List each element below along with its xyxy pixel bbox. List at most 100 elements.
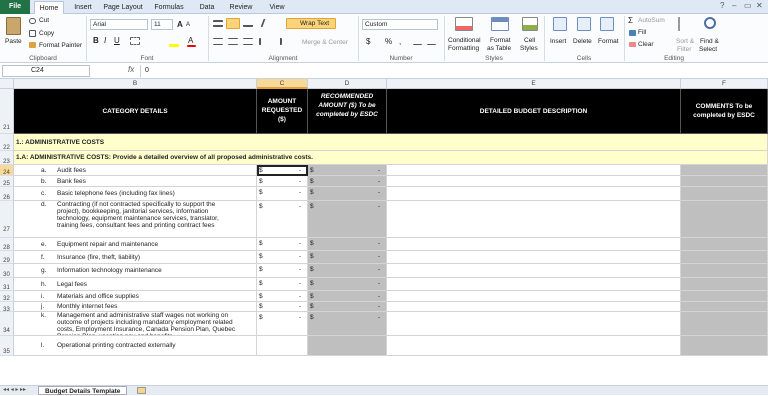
amount-requested-cell[interactable]: $ - xyxy=(257,201,308,238)
cell-styles-icon[interactable] xyxy=(522,17,538,31)
budget-description-cell[interactable] xyxy=(387,165,681,176)
budget-description-cell[interactable] xyxy=(387,176,681,187)
column-header-d[interactable]: D xyxy=(308,79,387,89)
budget-description-cell[interactable] xyxy=(387,251,681,264)
comments-cell[interactable] xyxy=(681,201,768,238)
sheet-tab-budget-details[interactable]: Budget Details Template xyxy=(38,386,128,395)
delete-button[interactable]: Delete xyxy=(573,37,592,46)
row-header[interactable]: 33 xyxy=(0,302,14,313)
recommended-amount-cell[interactable]: $ - xyxy=(308,264,387,278)
row-header[interactable]: 34 xyxy=(0,312,14,336)
paste-button[interactable]: Paste xyxy=(5,37,22,46)
recommended-amount-cell[interactable]: $ - xyxy=(308,238,387,251)
insert-button[interactable]: Insert xyxy=(550,37,566,46)
align-center-icon[interactable] xyxy=(228,38,238,45)
recommended-amount-cell[interactable] xyxy=(308,336,387,356)
decrease-indent-icon[interactable] xyxy=(259,38,268,45)
paste-icon[interactable] xyxy=(6,17,21,35)
budget-description-cell[interactable] xyxy=(387,278,681,291)
category-cell[interactable]: b. Bank fees xyxy=(14,176,257,187)
borders-icon[interactable] xyxy=(130,37,140,45)
recommended-amount-cell[interactable]: $ - xyxy=(308,291,387,302)
fx-icon[interactable]: fx xyxy=(128,65,134,74)
tab-formulas[interactable]: Formulas xyxy=(152,1,186,14)
conditional-formatting-icon[interactable] xyxy=(455,17,473,31)
amount-requested-cell[interactable]: $ - xyxy=(257,176,308,187)
category-cell[interactable]: h. Legal fees xyxy=(14,278,257,291)
select-all-corner[interactable] xyxy=(0,79,14,89)
font-name-select[interactable]: Arial xyxy=(90,19,148,30)
amount-requested-cell[interactable]: $ - xyxy=(257,238,308,251)
comments-cell[interactable] xyxy=(681,264,768,278)
sheet-nav-icons[interactable]: ◂◂ ◂ ▸ ▸▸ xyxy=(3,386,26,393)
row-header[interactable]: 31 xyxy=(0,278,14,291)
comments-cell[interactable] xyxy=(681,278,768,291)
subsection-title[interactable]: 1.A: ADMINISTRATIVE COSTS: Provide a det… xyxy=(14,151,768,165)
budget-description-cell[interactable] xyxy=(387,302,681,312)
recommended-amount-cell[interactable]: $ - xyxy=(308,302,387,312)
amount-requested-cell[interactable]: $ - xyxy=(257,251,308,264)
tab-home[interactable]: Home xyxy=(34,1,64,14)
increase-indent-icon[interactable] xyxy=(273,38,282,45)
merge-center-button[interactable]: Merge & Center xyxy=(302,38,348,47)
format-as-table-icon[interactable] xyxy=(491,17,509,31)
tab-review[interactable]: Review xyxy=(226,1,256,14)
budget-description-cell[interactable] xyxy=(387,187,681,201)
row-header[interactable]: 21 xyxy=(0,89,14,134)
worksheet-grid[interactable]: B C D E F 21 CATEGORY DETAILS AMOUNT REQ… xyxy=(0,79,768,385)
recommended-amount-cell[interactable]: $ - xyxy=(308,165,387,176)
amount-requested-cell[interactable] xyxy=(257,336,308,356)
category-cell[interactable]: l. Operational printing contracted extern… xyxy=(14,336,257,356)
budget-description-cell[interactable] xyxy=(387,201,681,238)
recommended-amount-cell[interactable]: $ - xyxy=(308,176,387,187)
budget-description-cell[interactable] xyxy=(387,264,681,278)
category-cell[interactable]: k. Management and administrative staff wa… xyxy=(14,312,257,336)
format-cells-icon[interactable] xyxy=(600,17,614,31)
row-header[interactable]: 23 xyxy=(0,151,14,165)
recommended-amount-cell[interactable]: $ - xyxy=(308,251,387,264)
comments-cell[interactable] xyxy=(681,302,768,312)
format-painter-button[interactable]: Format Painter xyxy=(39,41,82,50)
currency-button[interactable]: $ xyxy=(366,37,370,46)
align-bottom-icon[interactable] xyxy=(243,20,253,27)
tab-file[interactable]: File xyxy=(0,0,30,14)
tab-insert[interactable]: Insert xyxy=(70,1,96,14)
restore-icon[interactable]: ▭ xyxy=(744,1,752,10)
comments-cell[interactable] xyxy=(681,291,768,302)
column-header-e[interactable]: E xyxy=(387,79,681,89)
percent-button[interactable]: % xyxy=(385,37,392,46)
category-cell[interactable]: i. Materials and office supplies xyxy=(14,291,257,302)
cut-button[interactable]: Cut xyxy=(39,16,49,25)
grow-font-button[interactable]: A xyxy=(177,20,183,29)
row-header[interactable]: 28 xyxy=(0,238,14,251)
amount-requested-cell[interactable]: $ - xyxy=(257,165,308,176)
minimize-ribbon-icon[interactable]: – xyxy=(732,1,736,10)
align-right-icon[interactable] xyxy=(243,38,253,45)
row-header[interactable]: 24 xyxy=(0,165,14,176)
autosum-button[interactable]: AutoSum xyxy=(638,16,665,25)
align-middle-icon[interactable] xyxy=(226,18,240,29)
clear-button[interactable]: Clear xyxy=(638,40,654,49)
amount-requested-cell[interactable]: $ - xyxy=(257,187,308,201)
help-icon[interactable]: ? xyxy=(720,1,724,10)
recommended-amount-cell[interactable]: $ - xyxy=(308,278,387,291)
orientation-icon[interactable] xyxy=(260,19,276,27)
comments-cell[interactable] xyxy=(681,165,768,176)
fill-button[interactable]: Fill xyxy=(638,28,646,37)
close-icon[interactable]: ✕ xyxy=(756,1,763,10)
decrease-decimal-icon[interactable] xyxy=(427,39,436,45)
insert-cells-icon[interactable] xyxy=(553,17,567,31)
budget-description-cell[interactable] xyxy=(387,238,681,251)
insert-sheet-icon[interactable] xyxy=(137,387,146,394)
comments-cell[interactable] xyxy=(681,187,768,201)
row-header[interactable]: 22 xyxy=(0,134,14,151)
column-header-f[interactable]: F xyxy=(681,79,768,89)
font-color-button[interactable]: A xyxy=(188,36,193,45)
category-cell[interactable]: f. Insurance (fire, theft, liability) xyxy=(14,251,257,264)
comments-cell[interactable] xyxy=(681,336,768,356)
align-top-icon[interactable] xyxy=(213,20,223,27)
row-header[interactable]: 26 xyxy=(0,187,14,201)
comma-button[interactable]: , xyxy=(399,37,401,46)
tab-data[interactable]: Data xyxy=(196,1,218,14)
fill-color-icon[interactable] xyxy=(169,44,179,47)
